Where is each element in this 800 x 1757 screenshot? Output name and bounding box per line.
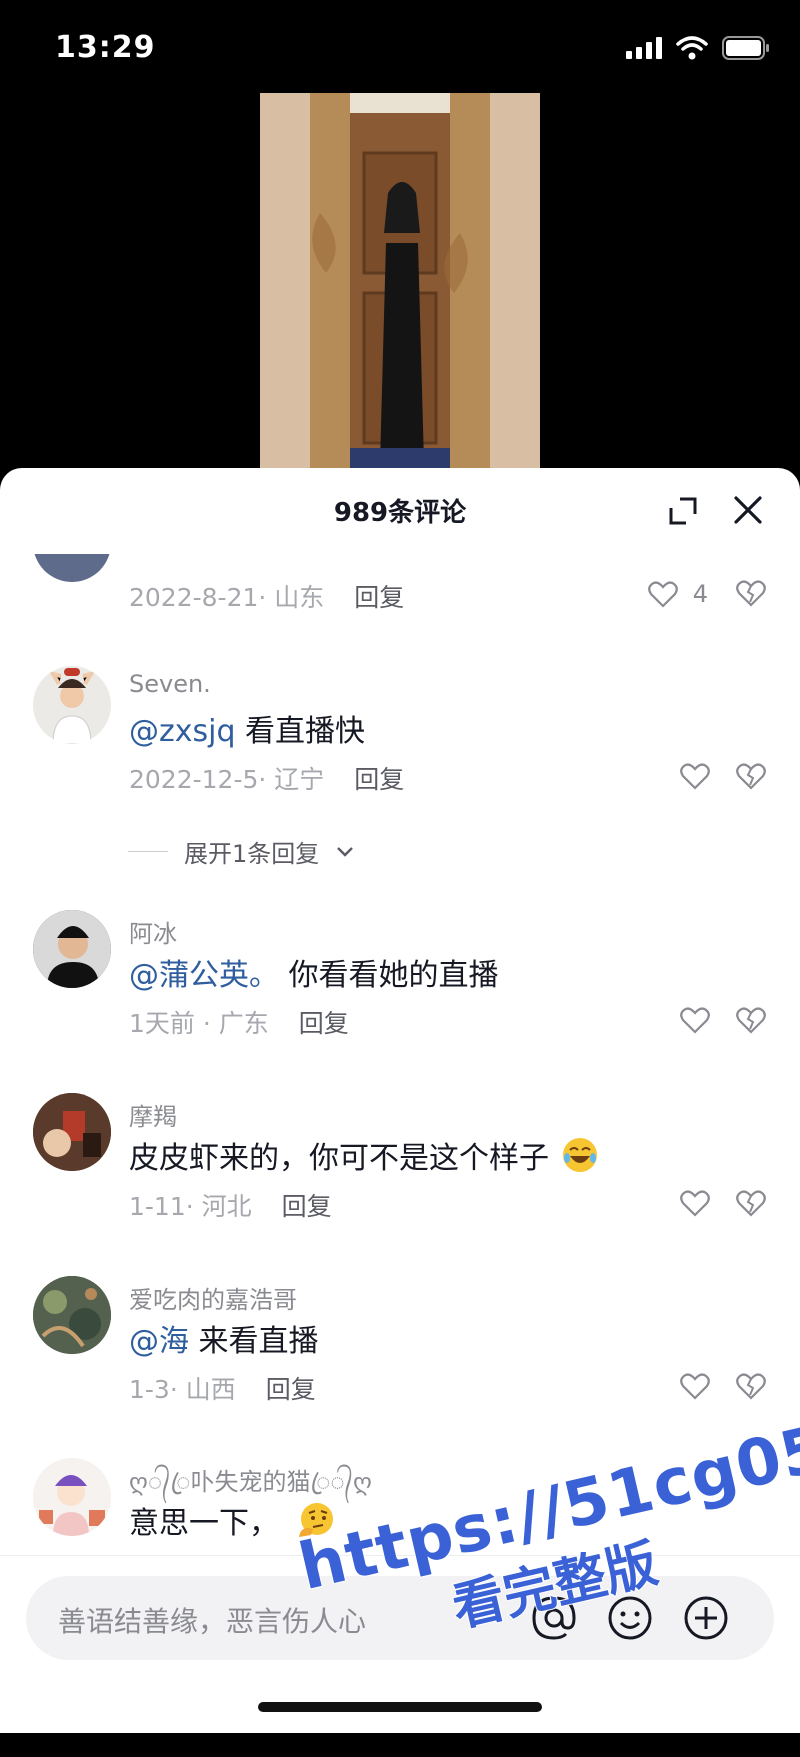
comment-text: 皮皮虾来的，你可不是这个样子 bbox=[129, 1141, 549, 1176]
comment-username[interactable]: 阿冰 bbox=[129, 914, 177, 949]
wifi-icon bbox=[676, 36, 708, 60]
mention-at-icon[interactable] bbox=[530, 1594, 578, 1642]
avatar[interactable] bbox=[33, 666, 111, 744]
comment-text: 意思一下， bbox=[129, 1506, 279, 1541]
video-thumbnail bbox=[260, 93, 540, 471]
status-time: 13:29 bbox=[55, 30, 156, 65]
reply-button[interactable]: 回复 bbox=[354, 765, 404, 794]
comment-username[interactable]: 爱吃肉的嘉浩哥 bbox=[129, 1280, 297, 1315]
like-icon[interactable] bbox=[680, 1372, 710, 1400]
like-icon[interactable] bbox=[648, 580, 678, 608]
add-icon[interactable] bbox=[682, 1594, 730, 1642]
like-count: 4 bbox=[692, 580, 708, 608]
emoji-icon[interactable] bbox=[606, 1594, 654, 1642]
comment-input[interactable]: 善语结善缘，恶言伤人心 bbox=[26, 1576, 774, 1660]
battery-icon bbox=[722, 36, 769, 60]
dislike-icon[interactable] bbox=[736, 1371, 766, 1401]
like-icon[interactable] bbox=[680, 1189, 710, 1217]
signal-icon bbox=[626, 37, 662, 59]
avatar[interactable] bbox=[33, 910, 111, 988]
avatar[interactable] bbox=[33, 1458, 111, 1536]
like-icon[interactable] bbox=[680, 1006, 710, 1034]
reply-button[interactable]: 回复 bbox=[266, 1375, 316, 1404]
comment-date-location: 1-3· 山西 bbox=[129, 1375, 236, 1404]
comments-header: 989条评论 bbox=[0, 468, 800, 554]
expand-icon[interactable] bbox=[668, 496, 698, 526]
comment-text: 来看直播 bbox=[189, 1324, 319, 1359]
reply-button[interactable]: 回复 bbox=[354, 583, 404, 612]
home-indicator bbox=[258, 1702, 542, 1712]
comment-input-bar: 善语结善缘，恶言伤人心 bbox=[0, 1555, 800, 1733]
comment-text: 你看看她的直播 bbox=[279, 958, 499, 993]
divider bbox=[128, 851, 168, 852]
dislike-icon[interactable] bbox=[736, 1005, 766, 1035]
comment-username[interactable]: 摩羯 bbox=[129, 1097, 177, 1132]
comments-panel: 989条评论 2022-8-21· 山东 回复 4 Seven. @zxsjq … bbox=[0, 468, 800, 1733]
laughing-emoji-icon bbox=[562, 1138, 597, 1172]
expand-replies-button[interactable]: 展开1条回复 bbox=[128, 834, 355, 869]
reply-button[interactable]: 回复 bbox=[282, 1192, 332, 1221]
comment-username[interactable]: Seven. bbox=[129, 670, 211, 698]
dislike-icon[interactable] bbox=[736, 578, 766, 608]
status-bar: 13:29 bbox=[0, 0, 800, 96]
thinking-emoji-icon bbox=[298, 1503, 333, 1537]
mention-link[interactable]: @蒲公英。 bbox=[129, 958, 279, 993]
dislike-icon[interactable] bbox=[736, 761, 766, 791]
comment-date-location: 2022-12-5· 辽宁 bbox=[129, 765, 325, 794]
expand-replies-label: 展开1条回复 bbox=[184, 840, 320, 868]
close-icon[interactable] bbox=[732, 494, 764, 526]
comment-text: 看直播快 bbox=[235, 714, 366, 749]
comment-input-placeholder: 善语结善缘，恶言伤人心 bbox=[58, 1605, 367, 1638]
avatar[interactable] bbox=[33, 554, 111, 582]
like-icon[interactable] bbox=[680, 762, 710, 790]
comment-date-location: 2022-8-21· 山东 bbox=[129, 583, 325, 612]
comment-date-location: 1-11· 河北 bbox=[129, 1192, 252, 1221]
dislike-icon[interactable] bbox=[736, 1188, 766, 1218]
avatar[interactable] bbox=[33, 1276, 111, 1354]
chevron-down-icon bbox=[337, 846, 354, 857]
mention-link[interactable]: @海 bbox=[129, 1324, 189, 1359]
comment-list[interactable]: 2022-8-21· 山东 回复 4 Seven. @zxsjq 看直播快 202… bbox=[0, 554, 800, 1644]
comment-date-location: 1天前 · 广东 bbox=[129, 1009, 269, 1038]
avatar[interactable] bbox=[33, 1093, 111, 1171]
reply-button[interactable]: 回复 bbox=[299, 1009, 349, 1038]
mention-link[interactable]: @zxsjq bbox=[129, 714, 236, 749]
